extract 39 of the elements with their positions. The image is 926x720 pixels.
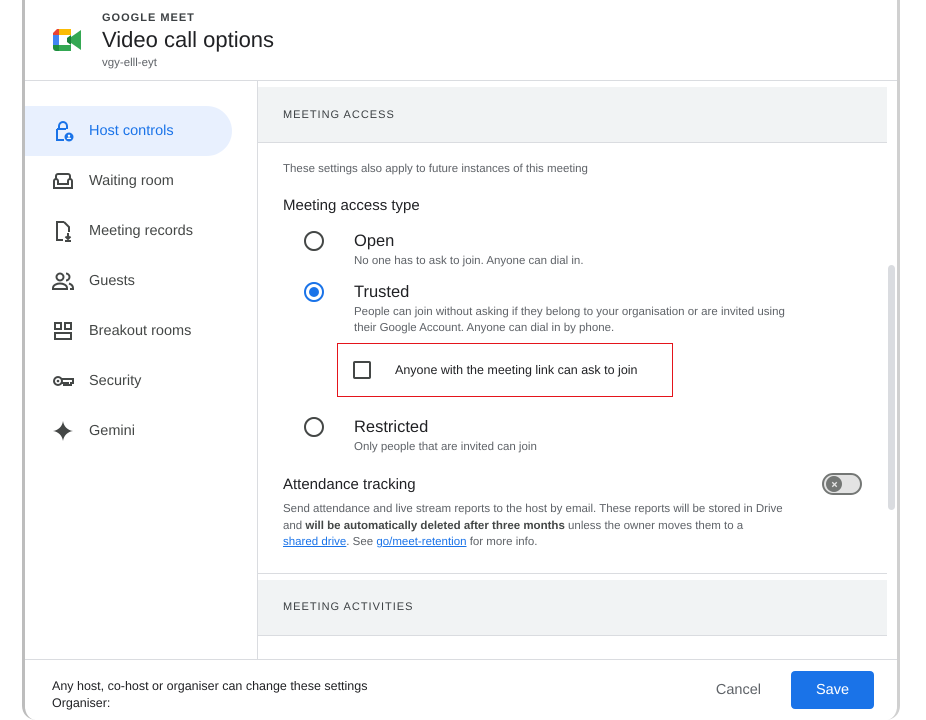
field-label: Meeting access type [283,197,421,214]
sidebar-item[interactable]: Security [25,356,232,406]
sidebar-item[interactable]: Host controls [25,106,232,156]
secondary-button[interactable]: Cancel [704,671,773,709]
section-header: MEETING ACCESS [258,87,887,143]
option-description: People can join without asking if they belong to your organisation or are invited using their Google Account. Anyone can dial in by phone. [354,304,786,336]
link[interactable]: shared drive [283,536,346,548]
primary-button[interactable]: Save [791,671,874,709]
checkbox-label: Anyone with the meeting link can ask to join [395,362,638,376]
grid-icon [51,319,75,343]
close-icon [830,480,838,488]
option-description: Only people that are invited can join [354,440,538,454]
setting-title: Attendance tracking [283,476,416,492]
link[interactable]: go/meet-retention [376,536,466,548]
option-label: Restricted [354,418,430,436]
footer-notice: Any host, co-host or organiser can change these settings [52,678,368,695]
option-description: No one has to ask to join. Anyone can dial in. [354,254,585,269]
setting-description: Send attendance and live stream reports to the host by email. These reports will be stored in Drive and will be automatically deleted after three months unless the owner moves them to a shared drive. See go/meet-retention for more info. [283,502,784,550]
toggle-switch[interactable] [822,473,862,495]
section-header: MEETING ACTIVITIES [258,580,887,636]
meeting-code: vgy-elll-eyt [102,56,158,68]
organiser-label: Organiser: [52,695,112,712]
checkbox[interactable] [353,360,371,378]
dialog-title: Video call options [102,26,274,52]
sparkle-icon [51,419,75,443]
radio-button[interactable] [304,416,324,436]
option-label: Open [354,232,396,250]
sidebar-item[interactable]: Meeting records [25,206,232,256]
app-name: GOOGLE MEET [102,12,196,24]
sidebar-item[interactable]: Guests [25,256,232,306]
meet-logo-icon [52,28,82,52]
option-label: Trusted [354,282,410,300]
sidebar-item[interactable]: Breakout rooms [25,306,232,356]
section-note: These settings also apply to future instances of this meeting [283,163,589,175]
sidebar-item[interactable]: Gemini [25,406,232,456]
sidebar-item[interactable]: Waiting room [25,156,232,206]
radio-button[interactable] [304,231,324,251]
scrollbar-thumb[interactable] [888,265,895,510]
radio-button[interactable] [304,282,324,302]
